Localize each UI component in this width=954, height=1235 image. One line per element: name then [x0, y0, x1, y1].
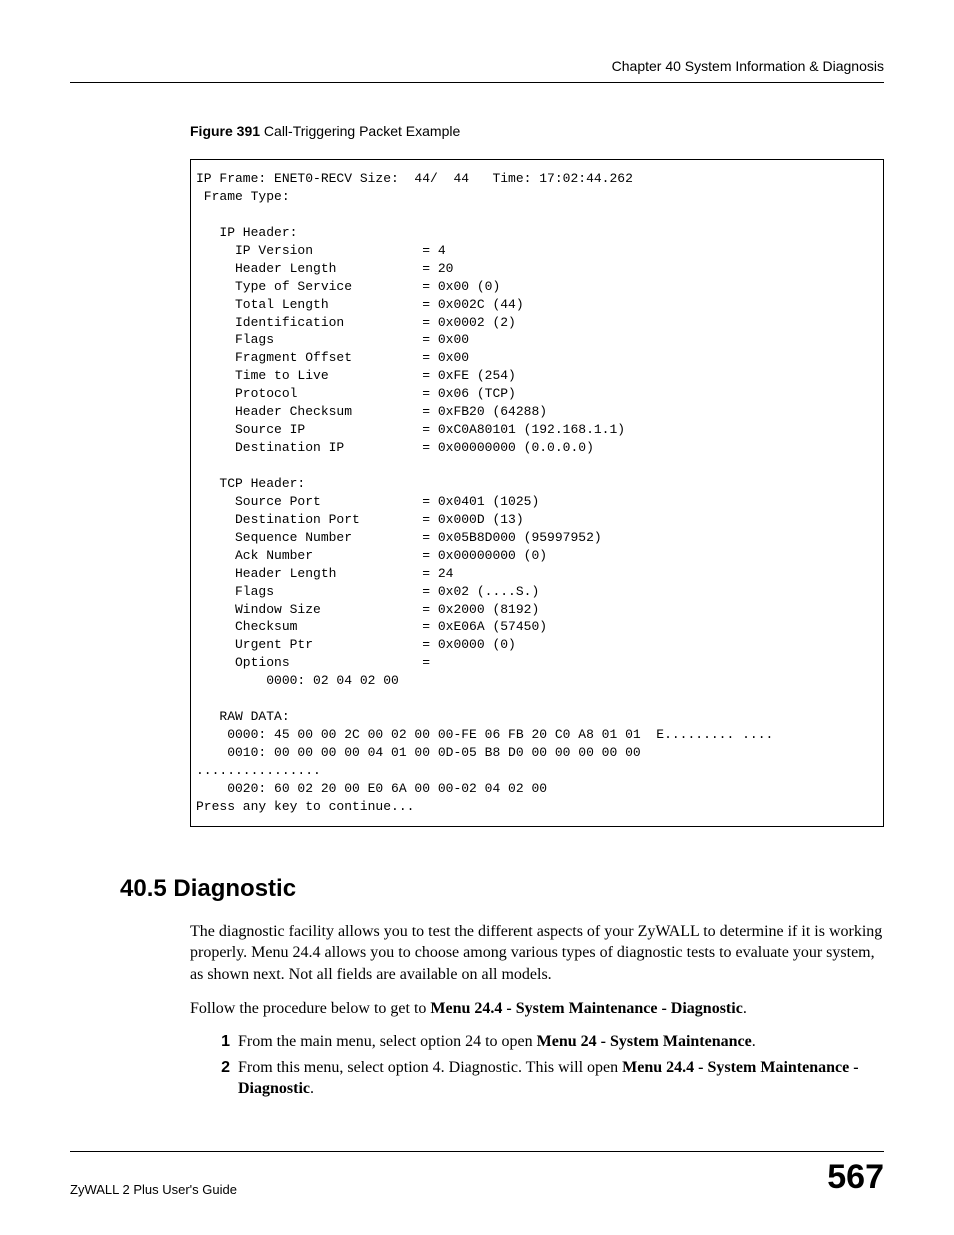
list-number: 2 [210, 1057, 230, 1100]
item1-post: . [752, 1033, 756, 1050]
footer-rule [70, 1151, 884, 1152]
item2-pre: From this menu, select option 4. Diagnos… [238, 1059, 622, 1076]
list-item-1: 1 From the main menu, select option 24 t… [210, 1031, 884, 1053]
list-text: From the main menu, select option 24 to … [238, 1031, 884, 1053]
header-rule [70, 82, 884, 83]
page-number: 567 [827, 1158, 884, 1197]
chapter-title: Chapter 40 System Information & Diagnosi… [70, 58, 884, 74]
para2-post: . [743, 1000, 747, 1017]
para2-bold: Menu 24.4 - System Maintenance - Diagnos… [430, 1000, 742, 1017]
paragraph-2: Follow the procedure below to get to Men… [190, 998, 884, 1020]
figure-caption: Figure 391 Call-Triggering Packet Exampl… [190, 123, 884, 139]
procedure-list: 1 From the main menu, select option 24 t… [210, 1031, 884, 1100]
item1-pre: From the main menu, select option 24 to … [238, 1033, 537, 1050]
figure-title: Call-Triggering Packet Example [260, 123, 460, 139]
item2-post: . [310, 1080, 314, 1097]
item1-bold: Menu 24 - System Maintenance [537, 1033, 752, 1050]
packet-dump-box: IP Frame: ENET0-RECV Size: 44/ 44 Time: … [190, 159, 884, 827]
list-number: 1 [210, 1031, 230, 1053]
footer: ZyWALL 2 Plus User's Guide 567 [70, 1151, 884, 1197]
para2-pre: Follow the procedure below to get to [190, 1000, 430, 1017]
footer-content: ZyWALL 2 Plus User's Guide 567 [70, 1158, 884, 1197]
guide-name: ZyWALL 2 Plus User's Guide [70, 1182, 237, 1197]
list-item-2: 2 From this menu, select option 4. Diagn… [210, 1057, 884, 1100]
list-text: From this menu, select option 4. Diagnos… [238, 1057, 884, 1100]
section-heading: 40.5 Diagnostic [120, 875, 884, 903]
figure-number: Figure 391 [190, 123, 260, 139]
paragraph-1: The diagnostic facility allows you to te… [190, 921, 884, 986]
